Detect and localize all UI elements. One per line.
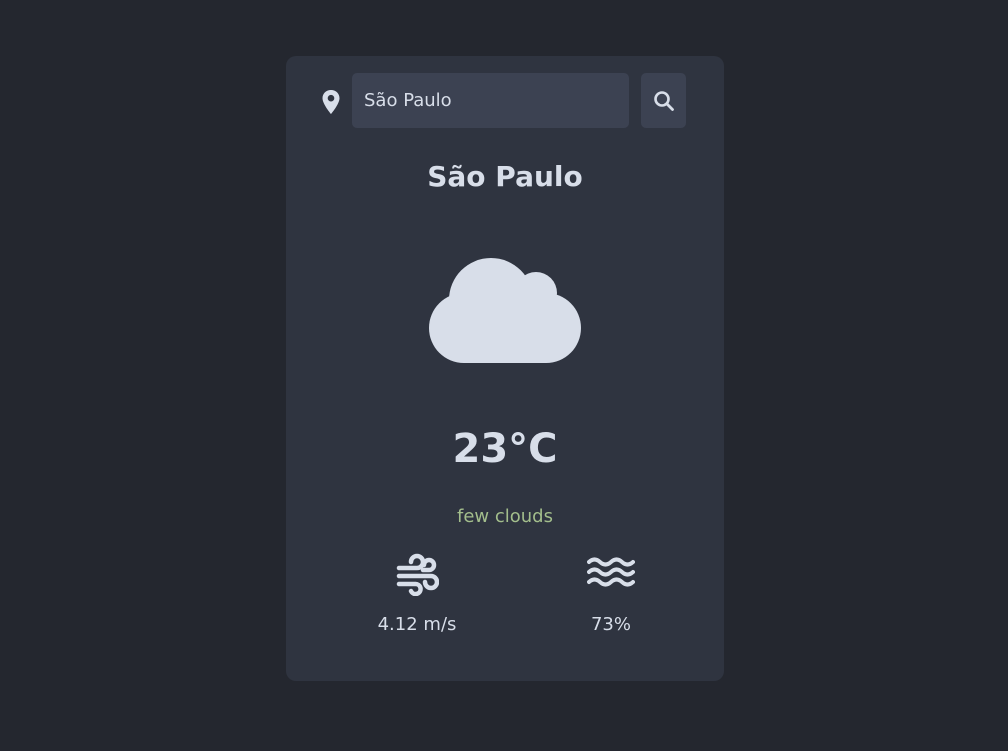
humidity-value: 73%	[590, 614, 631, 635]
search-button[interactable]	[641, 73, 686, 128]
cloud-icon	[429, 258, 581, 363]
water-icon	[587, 557, 635, 587]
temperature: 23°C	[452, 426, 558, 472]
weather-description: few clouds	[457, 506, 553, 527]
city-name: São Paulo	[427, 160, 583, 193]
search-input[interactable]	[352, 73, 629, 128]
wind-speed: 4.12 m/s	[377, 614, 457, 635]
search-bar	[286, 73, 724, 128]
humidity-stat: 73%	[541, 548, 681, 635]
wind-icon	[396, 553, 439, 596]
weather-card: São Paulo 23°C few clouds 4.12 m/s	[286, 56, 724, 681]
wind-stat: 4.12 m/s	[347, 548, 487, 635]
search-icon	[653, 90, 674, 111]
map-marker-icon	[322, 90, 340, 114]
